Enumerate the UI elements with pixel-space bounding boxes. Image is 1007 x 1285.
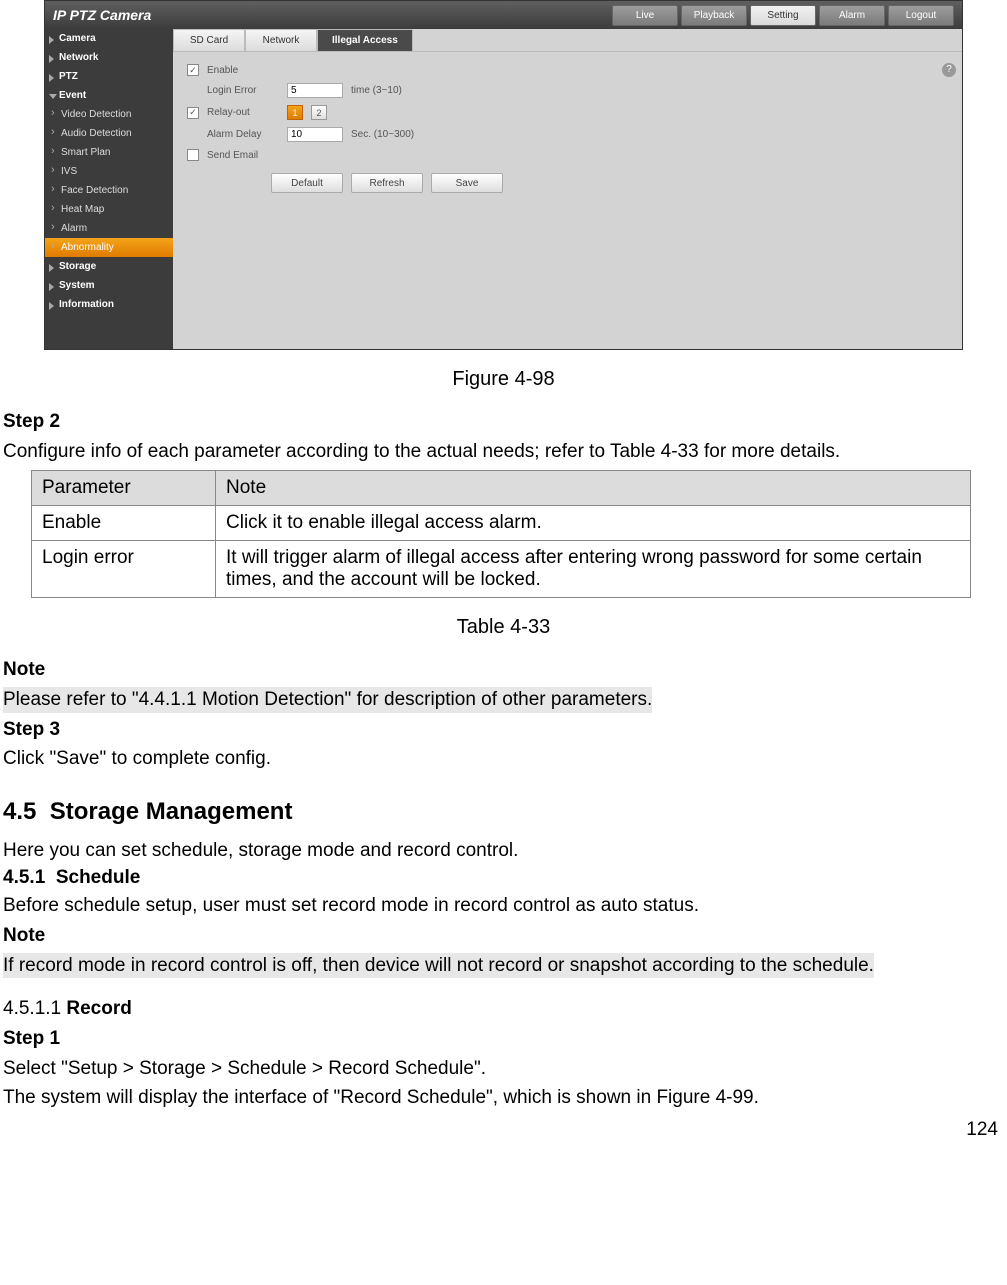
sidebar-item-alarm[interactable]: Alarm bbox=[45, 219, 173, 238]
sidebar-item-information[interactable]: Information bbox=[45, 295, 173, 314]
table-row1-note: Click it to enable illegal access alarm. bbox=[216, 506, 971, 541]
subtab-illegal-access[interactable]: Illegal Access bbox=[317, 29, 413, 51]
app-header: IP PTZ Camera Live Playback Setting Alar… bbox=[45, 1, 962, 29]
section-4-5-1-1-title: Record bbox=[66, 998, 131, 1019]
form-area: ✓ Enable Login Error time (3~10) ✓ Relay… bbox=[173, 52, 962, 205]
enable-label: Enable bbox=[207, 65, 279, 76]
relay-button-1[interactable]: 1 bbox=[287, 105, 303, 120]
section-4-5-num: 4.5 bbox=[3, 798, 36, 825]
default-button[interactable]: Default bbox=[271, 173, 343, 193]
alarm-delay-hint: Sec. (10~300) bbox=[351, 129, 414, 140]
section-4-5-text: Here you can set schedule, storage mode … bbox=[3, 838, 1004, 864]
table-header-parameter: Parameter bbox=[32, 471, 216, 506]
note2-text: If record mode in record control is off,… bbox=[3, 953, 874, 979]
sidebar-item-system[interactable]: System bbox=[45, 276, 173, 295]
step1b-line1: Select "Setup > Storage > Schedule > Rec… bbox=[3, 1056, 1004, 1082]
section-4-5-title: Storage Management bbox=[50, 798, 293, 825]
login-error-input[interactable] bbox=[287, 83, 343, 98]
section-4-5-1-1-num: 4.5.1.1 bbox=[3, 998, 61, 1019]
refresh-button[interactable]: Refresh bbox=[351, 173, 423, 193]
sidebar-item-face-detection[interactable]: Face Detection bbox=[45, 181, 173, 200]
sidebar-item-video-detection[interactable]: Video Detection bbox=[45, 105, 173, 124]
sidebar-item-audio-detection[interactable]: Audio Detection bbox=[45, 124, 173, 143]
app-title: IP PTZ Camera bbox=[53, 7, 151, 23]
sidebar-item-storage[interactable]: Storage bbox=[45, 257, 173, 276]
table-header-note: Note bbox=[216, 471, 971, 506]
section-4-5-1-1-heading: 4.5.1.1 Record bbox=[3, 996, 1004, 1022]
sidebar: Camera Network PTZ Event Video Detection… bbox=[45, 29, 173, 349]
relay-out-checkbox[interactable]: ✓ bbox=[187, 107, 199, 119]
step3-text: Click "Save" to complete config. bbox=[3, 746, 1004, 772]
table-row2-note: It will trigger alarm of illegal access … bbox=[216, 541, 971, 598]
table-caption: Table 4-33 bbox=[3, 616, 1004, 639]
note1-title: Note bbox=[3, 657, 1004, 683]
tab-logout[interactable]: Logout bbox=[888, 5, 954, 26]
subtabs: SD Card Network Illegal Access bbox=[173, 29, 962, 52]
step2-title: Step 2 bbox=[3, 409, 1004, 435]
sidebar-item-network[interactable]: Network bbox=[45, 48, 173, 67]
login-error-hint: time (3~10) bbox=[351, 85, 402, 96]
help-icon[interactable]: ? bbox=[942, 63, 956, 77]
sidebar-item-camera[interactable]: Camera bbox=[45, 29, 173, 48]
section-4-5-1-heading: 4.5.1 Schedule bbox=[3, 867, 1004, 889]
figure-caption: Figure 4-98 bbox=[3, 368, 1004, 391]
sidebar-item-ivs[interactable]: IVS bbox=[45, 162, 173, 181]
sidebar-item-abnormality[interactable]: Abnormality bbox=[45, 238, 173, 257]
note1-text: Please refer to "4.4.1.1 Motion Detectio… bbox=[3, 687, 652, 713]
sidebar-item-smart-plan[interactable]: Smart Plan bbox=[45, 143, 173, 162]
relay-out-label: Relay-out bbox=[207, 107, 279, 118]
sidebar-item-ptz[interactable]: PTZ bbox=[45, 67, 173, 86]
step1b-line2: The system will display the interface of… bbox=[3, 1085, 1004, 1111]
parameter-table: Parameter Note Enable Click it to enable… bbox=[31, 470, 971, 598]
login-error-label: Login Error bbox=[207, 85, 279, 96]
tab-setting[interactable]: Setting bbox=[750, 5, 816, 26]
save-button[interactable]: Save bbox=[431, 173, 503, 193]
section-4-5-heading: 4.5 Storage Management bbox=[3, 798, 1004, 826]
note2-title: Note bbox=[3, 923, 1004, 949]
tab-alarm[interactable]: Alarm bbox=[819, 5, 885, 26]
alarm-delay-input[interactable] bbox=[287, 127, 343, 142]
send-email-checkbox[interactable] bbox=[187, 149, 199, 161]
send-email-label: Send Email bbox=[207, 150, 279, 161]
table-row2-param: Login error bbox=[32, 541, 216, 598]
subtab-sd-card[interactable]: SD Card bbox=[173, 29, 245, 51]
main-tabs: Live Playback Setting Alarm Logout bbox=[612, 5, 954, 26]
enable-checkbox[interactable]: ✓ bbox=[187, 64, 199, 76]
alarm-delay-label: Alarm Delay bbox=[207, 129, 279, 140]
section-4-5-1-title: Schedule bbox=[56, 867, 140, 888]
section-4-5-1-num: 4.5.1 bbox=[3, 867, 45, 888]
sidebar-item-heat-map[interactable]: Heat Map bbox=[45, 200, 173, 219]
sidebar-item-event[interactable]: Event bbox=[45, 86, 173, 105]
page-number: 124 bbox=[3, 1119, 1004, 1141]
relay-button-2[interactable]: 2 bbox=[311, 105, 327, 120]
screenshot-figure: IP PTZ Camera Live Playback Setting Alar… bbox=[44, 0, 963, 350]
tab-live[interactable]: Live bbox=[612, 5, 678, 26]
tab-playback[interactable]: Playback bbox=[681, 5, 747, 26]
step2-text: Configure info of each parameter accordi… bbox=[3, 439, 1004, 465]
step3-title: Step 3 bbox=[3, 717, 1004, 743]
main-panel: SD Card Network Illegal Access ✓ Enable … bbox=[173, 29, 962, 349]
subtab-network[interactable]: Network bbox=[245, 29, 317, 51]
table-row1-param: Enable bbox=[32, 506, 216, 541]
section-4-5-1-text: Before schedule setup, user must set rec… bbox=[3, 893, 1004, 919]
step1b-title: Step 1 bbox=[3, 1026, 1004, 1052]
